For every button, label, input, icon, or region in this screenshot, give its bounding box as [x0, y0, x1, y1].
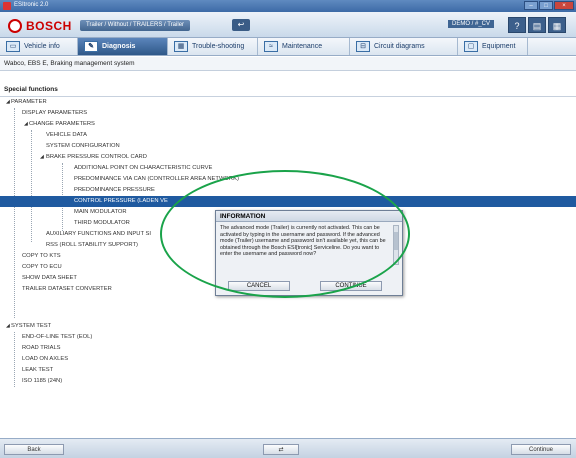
footer-bar: Back ⇄ Continue: [0, 438, 576, 458]
tab-trouble-shooting[interactable]: ▦ Trouble-shooting: [168, 38, 258, 55]
maintenance-icon: ≈: [264, 41, 278, 52]
tree-item-system-test[interactable]: ◢ SYSTEM TEST: [0, 321, 576, 332]
tree-item[interactable]: ◢ BRAKE PRESSURE CONTROL CARD: [0, 152, 576, 163]
highlight-oval: [160, 170, 410, 298]
tree-item-parameter[interactable]: ◢ PARAMETER: [0, 97, 576, 108]
back-arrow-icon[interactable]: ↩: [232, 19, 250, 31]
tree-item[interactable]: VEHICLE DATA: [0, 130, 576, 141]
tree-item[interactable]: ISO 1185 (24N): [0, 376, 576, 387]
tree-item[interactable]: SYSTEM CONFIGURATION: [0, 141, 576, 152]
tree-item[interactable]: DISPLAY PARAMETERS: [0, 108, 576, 119]
toolbar-icons: ? ▤ ▦: [508, 17, 566, 33]
window-controls: – □ ×: [524, 1, 574, 10]
tree-item[interactable]: END-OF-LINE TEST (EOL): [0, 332, 576, 343]
tab-equipment[interactable]: ▢ Equipment: [458, 38, 528, 55]
vehicle-info-icon: ▭: [6, 41, 20, 52]
circuit-diagrams-icon: ⊟: [356, 41, 370, 52]
back-button[interactable]: Back: [4, 444, 64, 455]
equipment-icon: ▢: [464, 41, 478, 52]
tab-vehicle-info[interactable]: ▭ Vehicle info: [0, 38, 78, 55]
tab-maintenance[interactable]: ≈ Maintenance: [258, 38, 350, 55]
bosch-logo-icon: [8, 19, 22, 33]
trouble-shooting-icon: ▦: [174, 41, 188, 52]
app-icon: [3, 2, 11, 10]
expand-triangle-icon[interactable]: ◢: [6, 321, 10, 332]
bosch-logo: BOSCH: [8, 19, 72, 33]
window-titlebar: ESItronic 2.0 – □ ×: [0, 0, 576, 12]
tree-item[interactable]: ROAD TRIALS: [0, 343, 576, 354]
tab-diagnosis[interactable]: ✎ Diagnosis: [78, 38, 168, 55]
system-label: Wabco, EBS E, Braking management system: [0, 57, 576, 71]
section-title: Special functions: [4, 86, 58, 93]
tab-circuit-diagrams[interactable]: ⊟ Circuit diagrams: [350, 38, 458, 55]
tree-item[interactable]: LEAK TEST: [0, 365, 576, 376]
expand-triangle-icon[interactable]: ◢: [24, 119, 28, 130]
tree-item[interactable]: ◢ CHANGE PARAMETERS: [0, 119, 576, 130]
help-icon[interactable]: ?: [508, 17, 526, 33]
app-header: BOSCH Trailer / Without / TRAILERS / Tra…: [0, 12, 576, 38]
settings-icon[interactable]: ▦: [548, 17, 566, 33]
continue-footer-button[interactable]: Continue: [511, 444, 571, 455]
breadcrumb[interactable]: Trailer / Without / TRAILERS / Trailer: [80, 20, 191, 31]
close-icon[interactable]: ×: [554, 1, 574, 10]
main-tabs: ▭ Vehicle info ✎ Diagnosis ▦ Trouble-sho…: [0, 38, 576, 56]
maximize-icon[interactable]: □: [539, 1, 553, 10]
brand-name: BOSCH: [26, 19, 72, 33]
user-label: DEMO / #_CV: [448, 20, 495, 28]
tree-item[interactable]: LOAD ON AXLES: [0, 354, 576, 365]
diagnosis-icon: ✎: [84, 41, 98, 52]
switch-arrows-icon[interactable]: ⇄: [263, 444, 299, 455]
expand-triangle-icon[interactable]: ◢: [40, 152, 44, 163]
minimize-icon[interactable]: –: [524, 1, 538, 10]
expand-triangle-icon[interactable]: ◢: [6, 97, 10, 108]
print-icon[interactable]: ▤: [528, 17, 546, 33]
window-title: ESItronic 2.0: [14, 2, 49, 8]
